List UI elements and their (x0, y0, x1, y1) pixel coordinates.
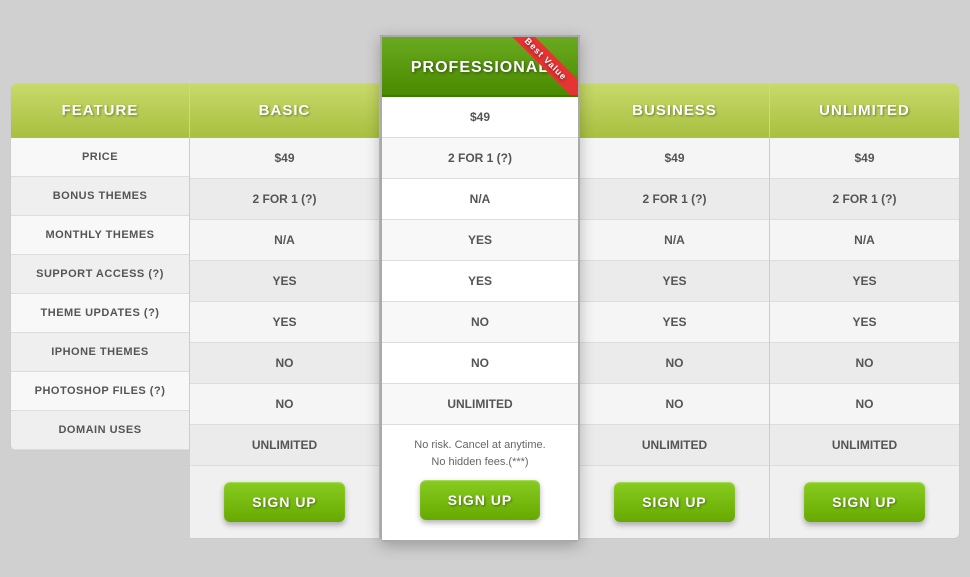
business-bonus: 2 FOR 1 (?) (580, 179, 769, 220)
professional-footer-note: No risk. Cancel at anytime.No hidden fee… (392, 437, 568, 470)
business-monthly: N/A (580, 220, 769, 261)
pro-photoshop: NO (382, 343, 578, 384)
best-value-badge (508, 37, 578, 97)
unlimited-footer: SIGN UP (770, 466, 959, 538)
feature-row-support: SUPPORT ACCESS (?) (11, 255, 189, 294)
basic-photoshop: NO (190, 384, 379, 425)
basic-price: $49 (190, 138, 379, 179)
unlimited-iphone: NO (770, 343, 959, 384)
basic-monthly: N/A (190, 220, 379, 261)
feature-row-iphone: IPHONE THEMES (11, 333, 189, 372)
basic-iphone: NO (190, 343, 379, 384)
unlimited-header: UNLIMITED (770, 84, 959, 138)
feature-row-domain: DOMAIN USES (11, 411, 189, 450)
business-support: YES (580, 261, 769, 302)
unlimited-column: UNLIMITED $49 2 FOR 1 (?) N/A YES YES NO… (770, 83, 960, 539)
feature-row-theme-updates: THEME UPDATES (?) (11, 294, 189, 333)
unlimited-theme-updates: YES (770, 302, 959, 343)
pro-price: $49 (382, 97, 578, 138)
pro-domain: UNLIMITED (382, 384, 578, 425)
professional-signup-button[interactable]: SIGN UP (420, 480, 541, 520)
professional-column: PROFESSIONAL $49 2 FOR 1 (?) N/A YES YES… (380, 35, 580, 542)
feature-header: FEATURE (11, 84, 189, 138)
business-price: $49 (580, 138, 769, 179)
feature-row-photoshop: PHOTOSHOP FILES (?) (11, 372, 189, 411)
pricing-table: FEATURE PRICE BONUS THEMES MONTHLY THEME… (10, 35, 960, 542)
professional-header: PROFESSIONAL (382, 37, 578, 97)
pro-support: YES (382, 220, 578, 261)
business-iphone: NO (580, 343, 769, 384)
basic-column: BASIC $49 2 FOR 1 (?) N/A YES YES NO NO … (190, 83, 380, 539)
unlimited-bonus: 2 FOR 1 (?) (770, 179, 959, 220)
pro-monthly: N/A (382, 179, 578, 220)
basic-theme-updates: YES (190, 302, 379, 343)
basic-header: BASIC (190, 84, 379, 138)
unlimited-photoshop: NO (770, 384, 959, 425)
basic-footer: SIGN UP (190, 466, 379, 538)
feature-row-monthly: MONTHLY THEMES (11, 216, 189, 255)
basic-support: YES (190, 261, 379, 302)
business-theme-updates: YES (580, 302, 769, 343)
business-domain: UNLIMITED (580, 425, 769, 466)
basic-signup-button[interactable]: SIGN UP (224, 482, 345, 522)
business-signup-button[interactable]: SIGN UP (614, 482, 735, 522)
business-header: BUSINESS (580, 84, 769, 138)
feature-row-bonus: BONUS THEMES (11, 177, 189, 216)
unlimited-price: $49 (770, 138, 959, 179)
business-photoshop: NO (580, 384, 769, 425)
basic-bonus: 2 FOR 1 (?) (190, 179, 379, 220)
unlimited-monthly: N/A (770, 220, 959, 261)
business-footer: SIGN UP (580, 466, 769, 538)
professional-footer: No risk. Cancel at anytime.No hidden fee… (382, 425, 578, 540)
pro-iphone: NO (382, 302, 578, 343)
pro-bonus: 2 FOR 1 (?) (382, 138, 578, 179)
unlimited-domain: UNLIMITED (770, 425, 959, 466)
business-column: BUSINESS $49 2 FOR 1 (?) N/A YES YES NO … (580, 83, 770, 539)
unlimited-support: YES (770, 261, 959, 302)
feature-column: FEATURE PRICE BONUS THEMES MONTHLY THEME… (10, 83, 190, 451)
unlimited-signup-button[interactable]: SIGN UP (804, 482, 925, 522)
pro-theme-updates: YES (382, 261, 578, 302)
basic-domain: UNLIMITED (190, 425, 379, 466)
feature-row-price: PRICE (11, 138, 189, 177)
